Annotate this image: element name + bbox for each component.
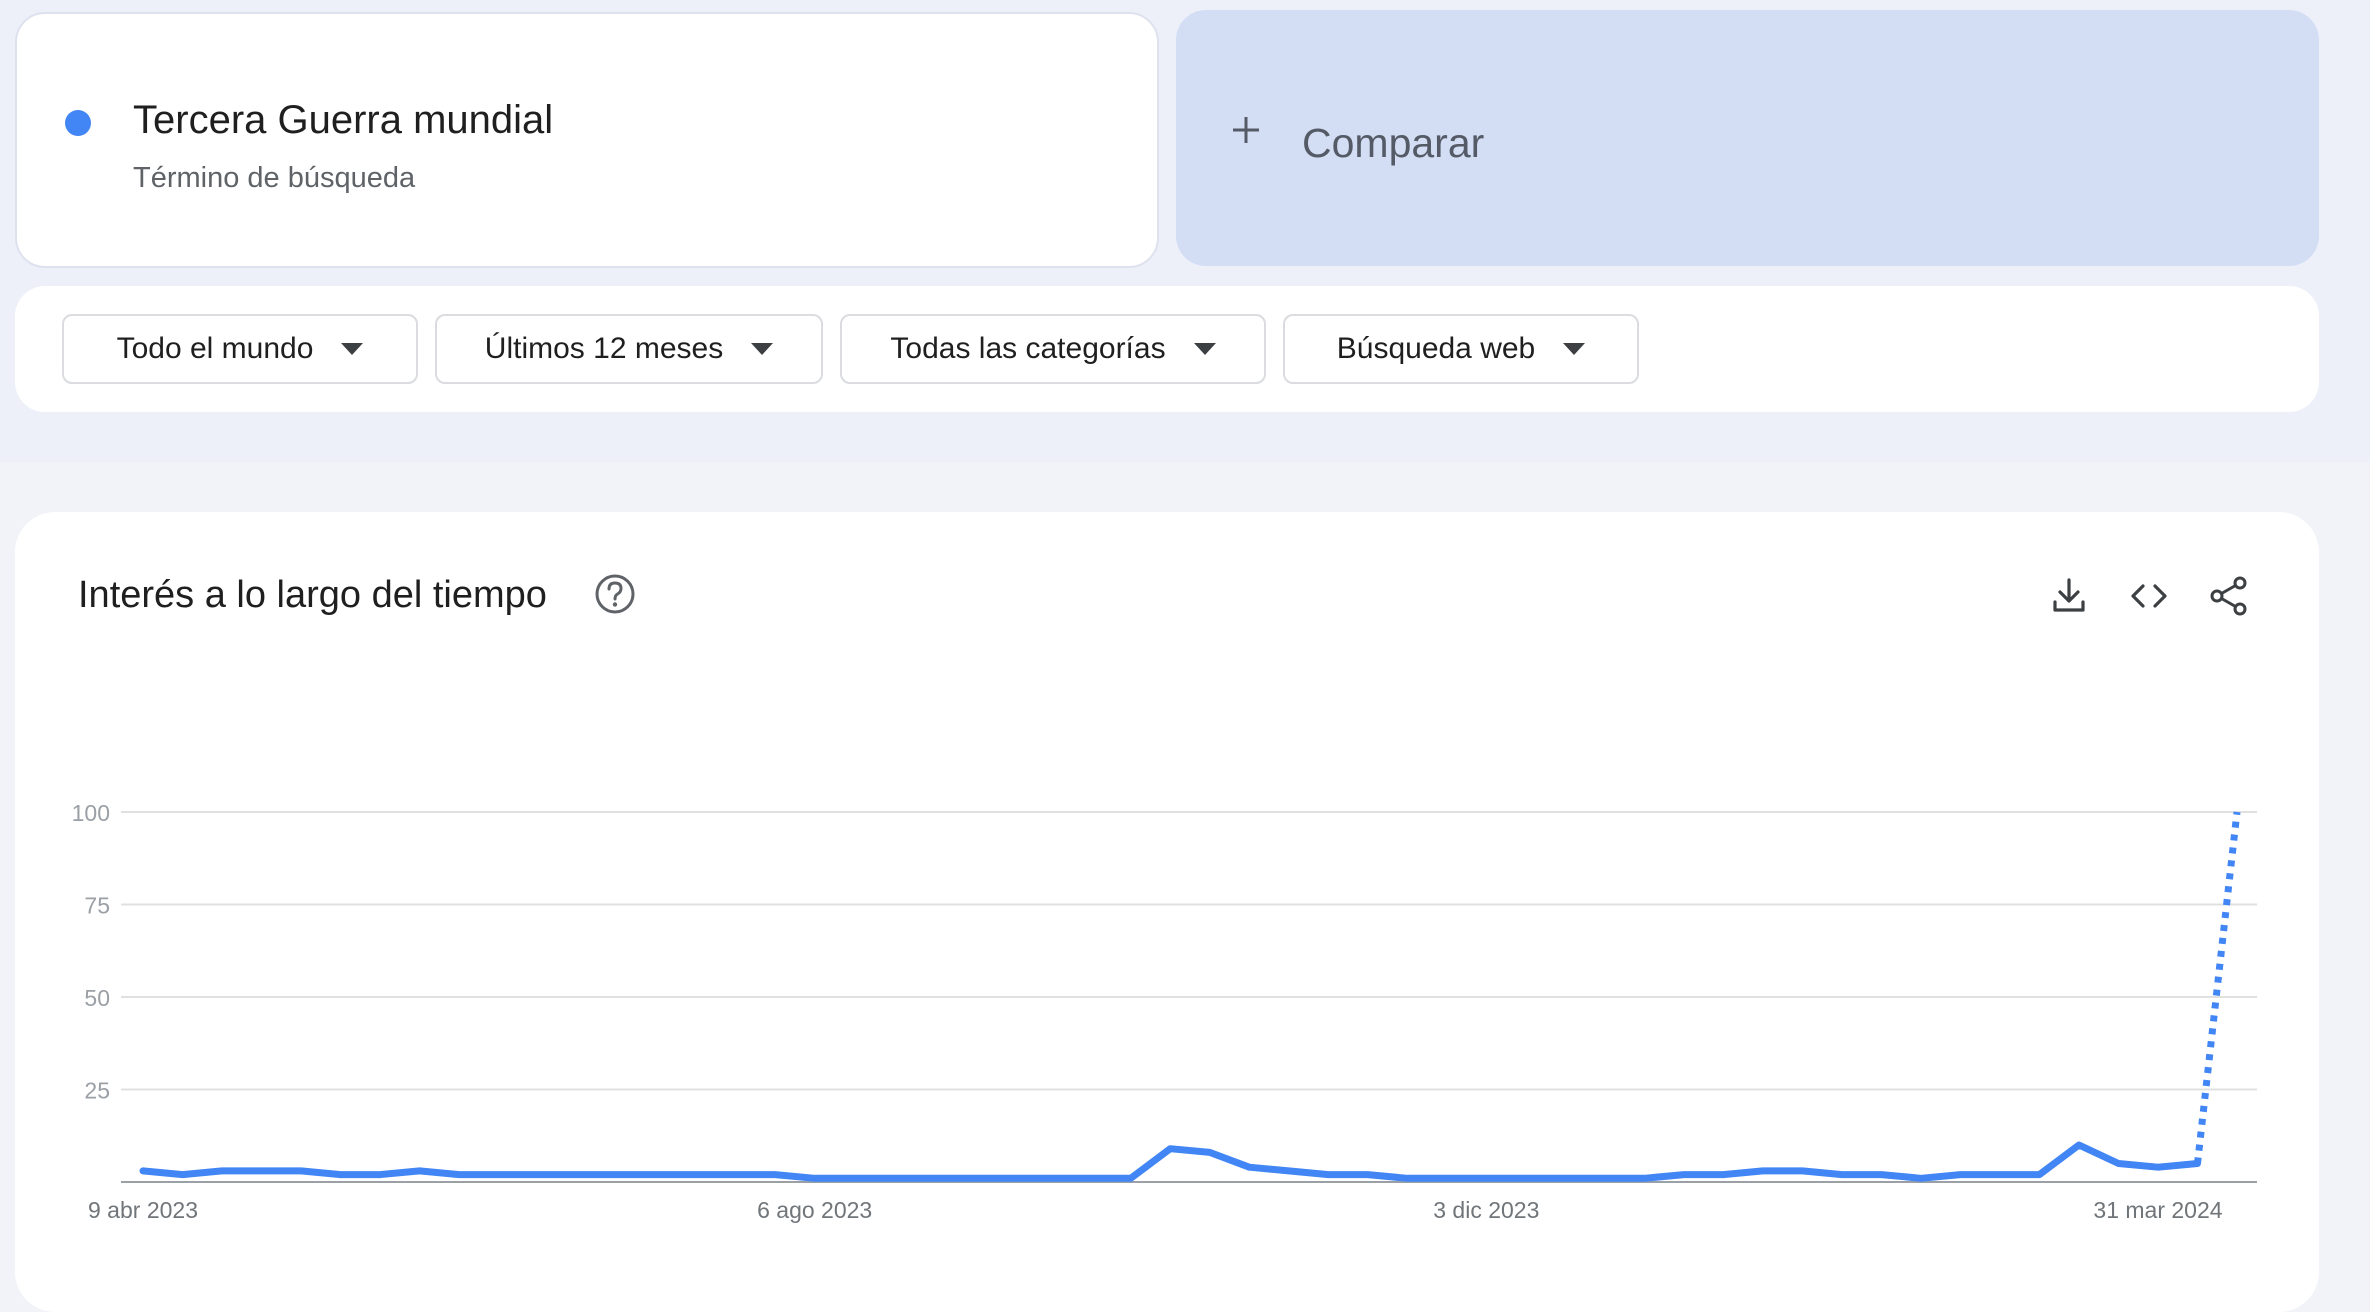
y-tick-label-75: 75 [84, 893, 110, 919]
compare-label: Comparar [1302, 120, 1485, 166]
series-line [139, 1141, 2201, 1182]
search-term-card[interactable]: Tercera Guerra mundial Término de búsque… [15, 12, 1159, 268]
series-color-dot [65, 110, 91, 136]
dropdown-arrow-icon [751, 343, 774, 355]
series-line-partial [2194, 811, 2241, 1164]
x-tick-label: 9 abr 2023 [88, 1197, 198, 1223]
search-term-name: Tercera Guerra mundial [133, 98, 554, 142]
x-tick-label: 3 dic 2023 [1433, 1197, 1539, 1223]
search-type-filter[interactable]: Búsqueda web [1283, 314, 1639, 384]
location-filter-label: Todo el mundo [116, 332, 314, 365]
time-range-filter-label: Últimos 12 meses [484, 332, 724, 365]
filter-bar: Todo el mundo Últimos 12 meses Todas las… [15, 286, 2319, 412]
search-type-filter-label: Búsqueda web [1336, 332, 1536, 365]
location-filter[interactable]: Todo el mundo [62, 314, 418, 384]
dropdown-arrow-icon [341, 343, 364, 355]
search-term-type: Término de búsqueda [133, 162, 416, 194]
y-tick-label-100: 100 [72, 800, 110, 826]
y-tick-label-50: 50 [84, 985, 110, 1011]
interest-over-time-card: Interés a lo largo del tiempo 25 50 75 100 9… [15, 512, 2319, 1312]
dropdown-arrow-icon [1193, 343, 1216, 355]
category-filter-label: Todas las categorías [890, 332, 1166, 365]
compare-button[interactable]: Comparar [1176, 10, 2319, 266]
dropdown-arrow-icon [1563, 343, 1586, 355]
y-tick-label-25: 25 [84, 1078, 110, 1104]
x-tick-label: 31 mar 2024 [2093, 1197, 2222, 1223]
interest-line-chart: 25 50 75 100 9 abr 2023 6 ago 2023 3 dic 2023 3… [72, 800, 2257, 1223]
plus-icon [1233, 117, 1259, 143]
category-filter[interactable]: Todas las categorías [840, 314, 1266, 384]
x-tick-label: 6 ago 2023 [757, 1197, 872, 1223]
time-range-filter[interactable]: Últimos 12 meses [435, 314, 823, 384]
